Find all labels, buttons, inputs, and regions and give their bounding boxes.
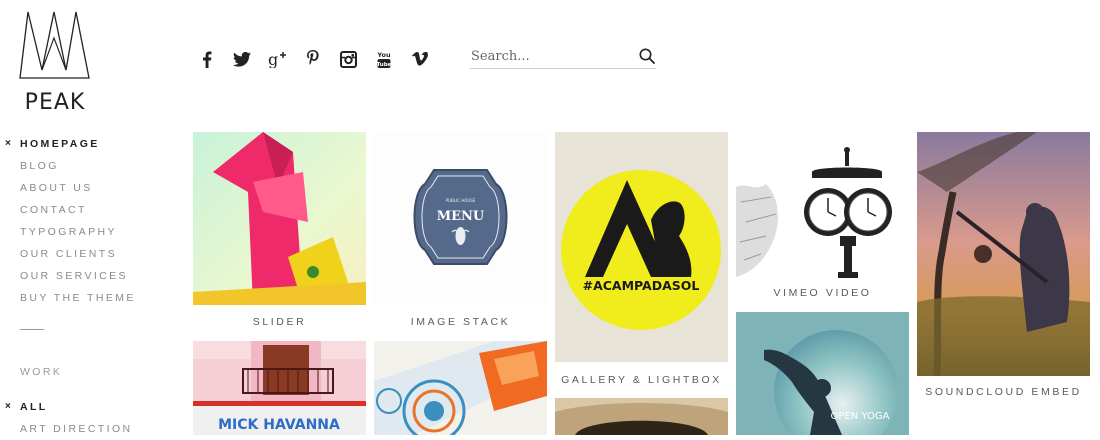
svg-text:Tube: Tube [377, 62, 391, 68]
search-input[interactable] [471, 47, 631, 66]
svg-text:PEAK: PEAK [25, 90, 86, 114]
image-stack-thumbnail[interactable]: PUBLIC HOUSE MENU [374, 132, 547, 305]
active-marker-icon: × [5, 401, 11, 412]
svg-text:You: You [377, 51, 391, 59]
nav-item-label: CONTACT [20, 204, 87, 216]
svg-text:g: g [268, 50, 278, 68]
instagram-icon[interactable] [331, 47, 367, 71]
work-heading: WORK [20, 366, 63, 378]
facebook-icon[interactable] [189, 47, 225, 71]
google-plus-icon[interactable]: g [260, 47, 296, 71]
nav-item-homepage[interactable]: × HOMEPAGE [0, 133, 175, 155]
nav-item-label: OUR SERVICES [20, 270, 128, 282]
vimeo-icon[interactable] [402, 47, 438, 71]
filter-label: ALL [20, 401, 48, 413]
social-icons: g You Tube [189, 47, 438, 71]
work-filters: × ALL ART DIRECTION [0, 396, 175, 440]
nav-item-blog[interactable]: BLOG [0, 155, 175, 177]
havanna-thumbnail[interactable]: MICK HAVANNA [193, 341, 366, 435]
svg-text:PUBLIC HOUSE: PUBLIC HOUSE [446, 198, 476, 203]
slider-caption[interactable]: SLIDER [193, 316, 366, 328]
open-yoga-thumbnail[interactable]: OPEN YOGA [736, 312, 909, 435]
nav-item-label: BLOG [20, 160, 59, 172]
gallery-lightbox-caption[interactable]: GALLERY & LIGHTBOX [555, 374, 728, 386]
svg-text:MICK HAVANNA: MICK HAVANNA [218, 417, 340, 433]
nav-item-our-services[interactable]: OUR SERVICES [0, 265, 175, 287]
nav-item-buy-the-theme[interactable]: BUY THE THEME [0, 287, 175, 309]
nav-item-label: OUR CLIENTS [20, 248, 117, 260]
nav-item-typography[interactable]: TYPOGRAPHY [0, 221, 175, 243]
search-box [470, 45, 656, 69]
nav-item-label: BUY THE THEME [20, 292, 136, 304]
youtube-icon[interactable]: You Tube [367, 47, 403, 71]
nav-item-our-clients[interactable]: OUR CLIENTS [0, 243, 175, 265]
pinterest-icon[interactable] [296, 47, 332, 71]
svg-text:OPEN YOGA: OPEN YOGA [831, 411, 890, 422]
main-nav: × HOMEPAGE BLOG ABOUT US CONTACT TYPOGRAP… [0, 133, 175, 309]
pattern-book-thumbnail[interactable] [374, 341, 547, 435]
nav-item-label: TYPOGRAPHY [20, 226, 117, 238]
filter-art-direction[interactable]: ART DIRECTION [0, 418, 175, 440]
svg-text:#ACAMPADASOL: #ACAMPADASOL [583, 278, 700, 293]
arch-thumbnail[interactable] [555, 398, 728, 435]
soundcloud-embed-thumbnail[interactable] [917, 132, 1090, 376]
image-stack-caption[interactable]: IMAGE STACK [374, 316, 547, 328]
slider-thumbnail[interactable] [193, 132, 366, 305]
vimeo-video-thumbnail[interactable] [736, 132, 909, 280]
nav-item-contact[interactable]: CONTACT [0, 199, 175, 221]
vimeo-video-caption[interactable]: VIMEO VIDEO [736, 287, 909, 299]
filter-label: ART DIRECTION [20, 423, 133, 435]
nav-item-label: HOMEPAGE [20, 138, 100, 150]
nav-item-label: ABOUT US [20, 182, 93, 194]
twitter-icon[interactable] [225, 47, 261, 71]
nav-divider [20, 329, 44, 330]
filter-all[interactable]: × ALL [0, 396, 175, 418]
soundcloud-embed-caption[interactable]: SOUNDCLOUD EMBED [917, 386, 1090, 398]
nav-item-about-us[interactable]: ABOUT US [0, 177, 175, 199]
search-icon[interactable] [639, 48, 655, 69]
peak-logo[interactable]: PEAK [18, 10, 92, 115]
active-marker-icon: × [5, 138, 11, 149]
gallery-lightbox-thumbnail[interactable]: #ACAMPADASOL [555, 132, 728, 362]
svg-text:MENU: MENU [437, 209, 485, 224]
